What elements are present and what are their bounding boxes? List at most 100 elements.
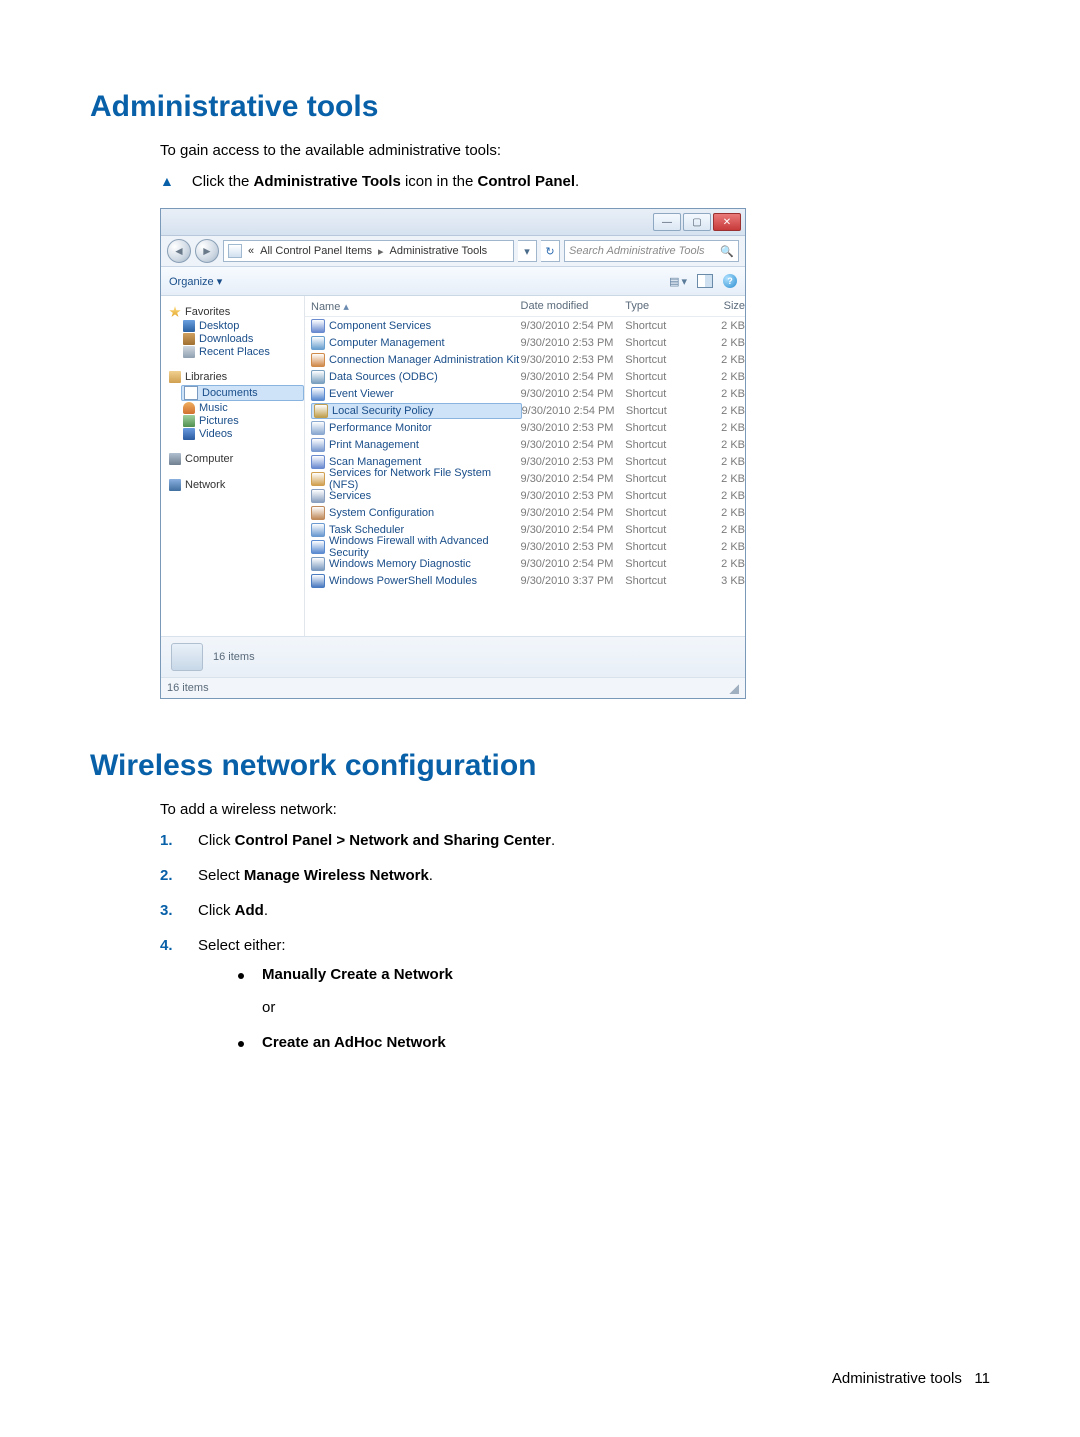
file-name[interactable]: Services: [311, 489, 521, 503]
organize-menu[interactable]: Organize ▾: [169, 275, 222, 288]
shortcut-icon: [311, 353, 325, 367]
file-name[interactable]: Windows PowerShell Modules: [311, 574, 521, 588]
resize-grip-icon[interactable]: [727, 682, 739, 694]
nav-music[interactable]: Music: [183, 402, 304, 414]
list-item[interactable]: Windows Memory Diagnostic9/30/2010 2:54 …: [305, 555, 745, 572]
step-number: 1.: [160, 832, 180, 849]
step-number: 2.: [160, 867, 180, 884]
list-item[interactable]: Data Sources (ODBC)9/30/2010 2:54 PMShor…: [305, 368, 745, 385]
file-name[interactable]: System Configuration: [311, 506, 521, 520]
nav-libraries[interactable]: Libraries: [169, 371, 304, 383]
breadcrumb-item[interactable]: Administrative Tools: [390, 245, 488, 257]
close-button[interactable]: ✕: [713, 213, 741, 231]
bullet-icon: [238, 1041, 244, 1047]
file-size: 3 KB: [695, 575, 745, 587]
breadcrumb-item[interactable]: All Control Panel Items: [260, 245, 372, 257]
step-4: Select either: Manually Create a Network…: [198, 937, 453, 1069]
preview-pane-button[interactable]: [697, 274, 713, 288]
list-item[interactable]: Computer Management9/30/2010 2:53 PMShor…: [305, 334, 745, 351]
file-name[interactable]: Windows Firewall with Advanced Security: [311, 535, 521, 559]
file-size: 2 KB: [695, 473, 745, 485]
maximize-button[interactable]: ▢: [683, 213, 711, 231]
shortcut-icon: [311, 421, 325, 435]
libraries-icon: [169, 371, 181, 383]
nav-documents[interactable]: Documents: [181, 385, 304, 401]
file-type: Shortcut: [625, 422, 695, 434]
address-dropdown[interactable]: ▾: [518, 240, 537, 262]
refresh-button[interactable]: ↻: [541, 240, 560, 262]
folder-icon: [228, 244, 242, 258]
shortcut-icon: [311, 319, 325, 333]
file-name[interactable]: Print Management: [311, 438, 521, 452]
minimize-button[interactable]: —: [653, 213, 681, 231]
nav-favorites[interactable]: Favorites: [169, 306, 304, 318]
search-input[interactable]: Search Administrative Tools 🔍: [564, 240, 739, 262]
column-headers[interactable]: Name ▴ Date modified Type Size: [305, 296, 745, 317]
file-name[interactable]: Windows Memory Diagnostic: [311, 557, 521, 571]
downloads-icon: [183, 333, 195, 345]
col-size[interactable]: Size: [695, 300, 745, 312]
step-number: 3.: [160, 902, 180, 919]
list-item[interactable]: Windows Firewall with Advanced Security9…: [305, 538, 745, 555]
list-item[interactable]: Connection Manager Administration Kit9/3…: [305, 351, 745, 368]
heading-admin-tools: Administrative tools: [90, 90, 990, 124]
documents-icon: [184, 386, 198, 400]
file-name[interactable]: Data Sources (ODBC): [311, 370, 521, 384]
file-name[interactable]: Local Security Policy: [311, 403, 522, 419]
admin-instruction: Click the Administrative Tools icon in t…: [192, 173, 579, 190]
shortcut-icon: [311, 540, 325, 554]
file-date: 9/30/2010 2:54 PM: [521, 388, 626, 400]
step-2: Select Manage Wireless Network.: [198, 867, 433, 884]
page-footer: Administrative tools 11: [832, 1370, 990, 1387]
list-item[interactable]: System Configuration9/30/2010 2:54 PMSho…: [305, 504, 745, 521]
list-item[interactable]: Print Management9/30/2010 2:54 PMShortcu…: [305, 436, 745, 453]
file-name[interactable]: Performance Monitor: [311, 421, 521, 435]
file-date: 9/30/2010 2:53 PM: [521, 422, 626, 434]
col-name[interactable]: Name ▴: [311, 300, 521, 313]
wireless-intro: To add a wireless network:: [160, 801, 990, 818]
file-date: 9/30/2010 2:54 PM: [521, 473, 626, 485]
list-item[interactable]: Services9/30/2010 2:53 PMShortcut2 KB: [305, 487, 745, 504]
nav-pictures[interactable]: Pictures: [183, 415, 304, 427]
file-date: 9/30/2010 3:37 PM: [521, 575, 626, 587]
address-bar: ◄ ► « All Control Panel Items ▸ Administ…: [161, 236, 745, 267]
col-type[interactable]: Type: [625, 300, 695, 312]
list-item[interactable]: Performance Monitor9/30/2010 2:53 PMShor…: [305, 419, 745, 436]
file-type: Shortcut: [625, 320, 695, 332]
col-date[interactable]: Date modified: [521, 300, 626, 312]
file-size: 2 KB: [695, 354, 745, 366]
list-item[interactable]: Services for Network File System (NFS)9/…: [305, 470, 745, 487]
nav-recent-places[interactable]: Recent Places: [183, 346, 304, 358]
file-type: Shortcut: [625, 575, 695, 587]
network-icon: [169, 479, 181, 491]
list-item[interactable]: Local Security Policy9/30/2010 2:54 PMSh…: [305, 402, 745, 419]
nav-network[interactable]: Network: [169, 479, 304, 491]
back-button[interactable]: ◄: [167, 239, 191, 263]
file-name[interactable]: Connection Manager Administration Kit: [311, 353, 521, 367]
view-options[interactable]: ▤▾: [669, 275, 687, 288]
command-bar: Organize ▾ ▤▾ ?: [161, 267, 745, 296]
shortcut-icon: [311, 370, 325, 384]
navigation-pane: Favorites Desktop Downloads Recent Place…: [161, 296, 305, 636]
file-name[interactable]: Event Viewer: [311, 387, 521, 401]
file-name[interactable]: Computer Management: [311, 336, 521, 350]
forward-button[interactable]: ►: [195, 239, 219, 263]
breadcrumb-overflow[interactable]: «: [248, 245, 254, 257]
nav-computer[interactable]: Computer: [169, 453, 304, 465]
help-icon[interactable]: ?: [723, 274, 737, 288]
nav-downloads[interactable]: Downloads: [183, 333, 304, 345]
file-name[interactable]: Services for Network File System (NFS): [311, 467, 521, 491]
breadcrumb[interactable]: « All Control Panel Items ▸ Administrati…: [223, 240, 514, 262]
option-manually-create: Manually Create a Network: [262, 966, 453, 983]
nav-videos[interactable]: Videos: [183, 428, 304, 440]
nav-desktop[interactable]: Desktop: [183, 320, 304, 332]
file-date: 9/30/2010 2:54 PM: [521, 558, 626, 570]
file-type: Shortcut: [625, 439, 695, 451]
file-date: 9/30/2010 2:54 PM: [521, 320, 626, 332]
list-item[interactable]: Windows PowerShell Modules9/30/2010 3:37…: [305, 572, 745, 589]
file-name[interactable]: Component Services: [311, 319, 521, 333]
file-type: Shortcut: [625, 388, 695, 400]
list-item[interactable]: Event Viewer9/30/2010 2:54 PMShortcut2 K…: [305, 385, 745, 402]
list-item[interactable]: Component Services9/30/2010 2:54 PMShort…: [305, 317, 745, 334]
file-size: 2 KB: [695, 490, 745, 502]
